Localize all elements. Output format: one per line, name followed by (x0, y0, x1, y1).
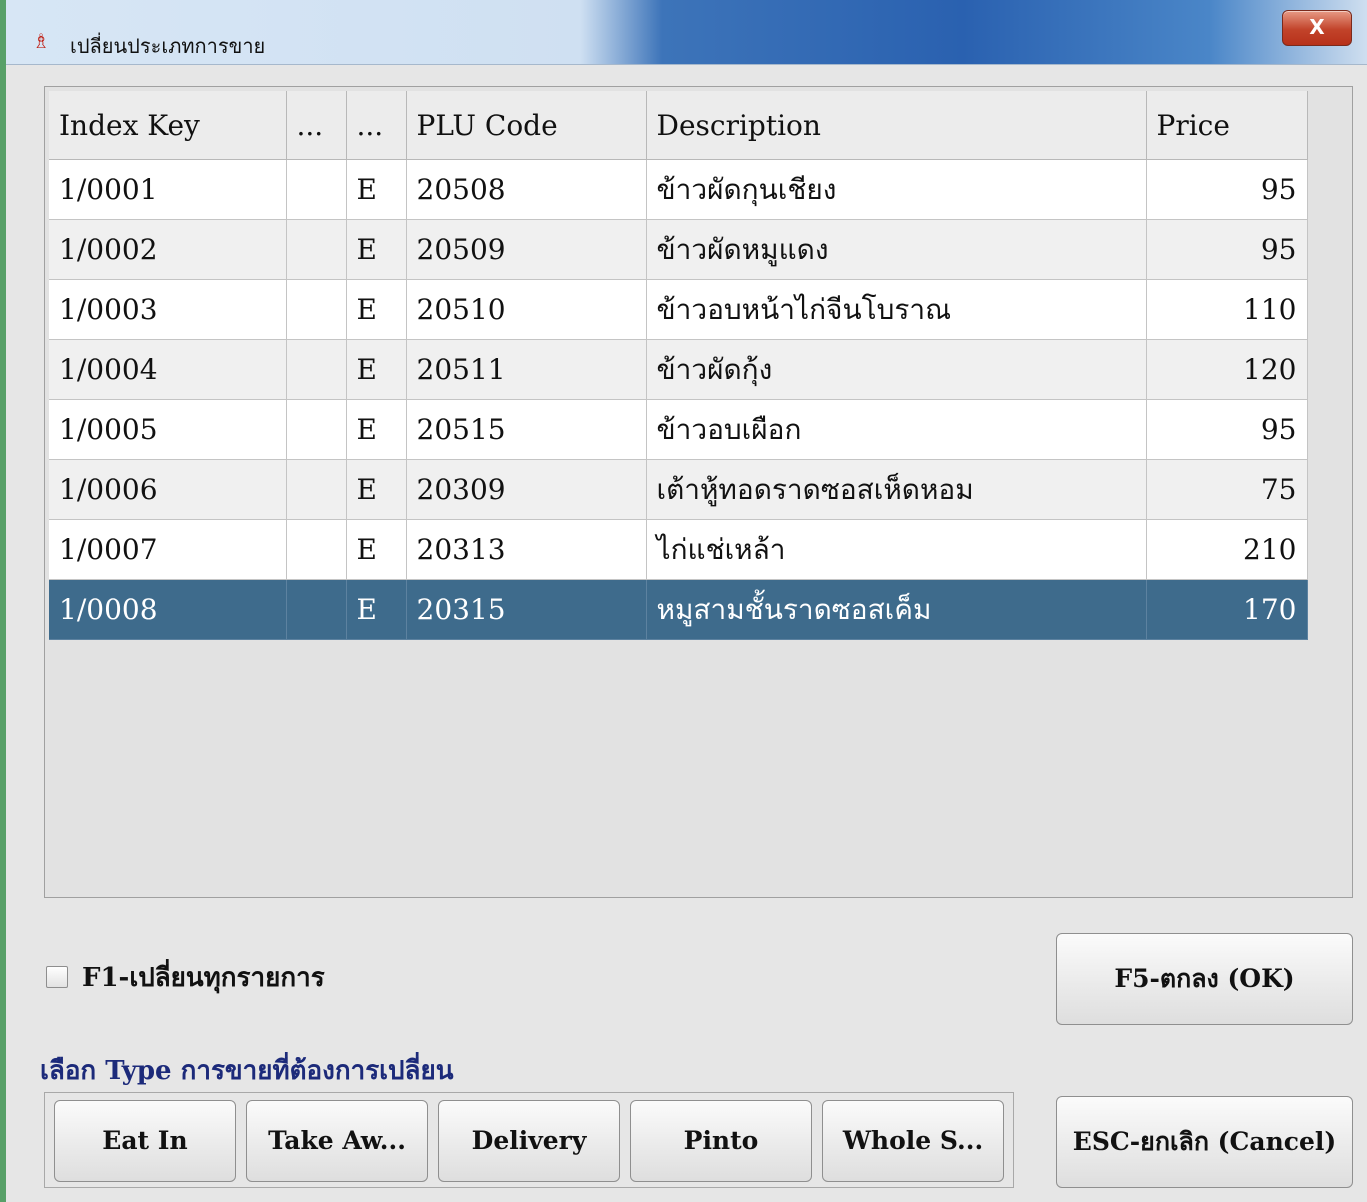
cell-extra-1 (286, 339, 347, 400)
cell-plu-code: 20315 (406, 579, 647, 640)
close-button[interactable]: X (1282, 10, 1352, 46)
change-all-option[interactable]: F1-เปลี่ยนทุกรายการ (46, 962, 325, 993)
change-sale-type-dialog: ♗ เปลี่ยนประเภทการขาย X Index Key ... ..… (0, 0, 1367, 1202)
cell-index-key: 1/0004 (49, 339, 287, 400)
change-all-label[interactable]: F1-เปลี่ยนทุกรายการ (82, 957, 325, 998)
cell-extra-2: E (346, 399, 407, 460)
table-row[interactable]: 1/0007 E 20313 ไก่แช่เหล้า 210 (49, 519, 1308, 580)
cell-price: 110 (1146, 279, 1308, 340)
change-all-checkbox[interactable] (46, 966, 68, 988)
sale-type-label: เลือก Type การขายที่ต้องการเปลี่ยน (40, 1056, 454, 1086)
cell-plu-code: 20508 (406, 159, 647, 220)
table-row-selected[interactable]: 1/0008 E 20315 หมูสามชั้นราดซอสเค็ม 170 (49, 579, 1308, 640)
title-bar[interactable]: ♗ เปลี่ยนประเภทการขาย X (6, 0, 1367, 65)
cell-description: ข้าวผัดกุนเชียง (646, 159, 1147, 220)
take-away-button[interactable]: Take Aw... (246, 1100, 428, 1182)
table-row[interactable]: 1/0004 E 20511 ข้าวผัดกุ้ง 120 (49, 339, 1308, 400)
table-row[interactable]: 1/0003 E 20510 ข้าวอบหน้าไก่จีนโบราณ 110 (49, 279, 1308, 340)
cell-plu-code: 20509 (406, 219, 647, 280)
cell-description: เต้าหู้ทอดราดซอสเห็ดหอม (646, 459, 1147, 520)
cell-index-key: 1/0003 (49, 279, 287, 340)
cell-price: 210 (1146, 519, 1308, 580)
plu-list-panel: Index Key ... ... PLU Code Description P… (44, 86, 1353, 898)
column-header-description[interactable]: Description (646, 91, 1147, 160)
pinto-button[interactable]: Pinto (630, 1100, 812, 1182)
cancel-button[interactable]: ESC-ยกเลิก (Cancel) (1056, 1096, 1353, 1188)
cell-description: ไก่แช่เหล้า (646, 519, 1147, 580)
cell-extra-2: E (346, 159, 407, 220)
cell-plu-code: 20511 (406, 339, 647, 400)
cell-extra-2: E (346, 459, 407, 520)
column-header-extra-1[interactable]: ... (286, 91, 347, 160)
cell-price: 95 (1146, 399, 1308, 460)
cell-price: 120 (1146, 339, 1308, 400)
table-row[interactable]: 1/0001 E 20508 ข้าวผัดกุนเชียง 95 (49, 159, 1308, 220)
window-title: เปลี่ยนประเภทการขาย (70, 34, 266, 58)
cell-price: 95 (1146, 219, 1308, 280)
cell-extra-2: E (346, 219, 407, 280)
cell-extra-2: E (346, 339, 407, 400)
cell-index-key: 1/0008 (49, 579, 287, 640)
cell-description: ข้าวอบเผือก (646, 399, 1147, 460)
cell-description: ข้าวอบหน้าไก่จีนโบราณ (646, 279, 1147, 340)
cell-description: ข้าวผัดกุ้ง (646, 339, 1147, 400)
cell-plu-code: 20510 (406, 279, 647, 340)
ok-button[interactable]: F5-ตกลง (OK) (1056, 933, 1353, 1025)
table-row[interactable]: 1/0006 E 20309 เต้าหู้ทอดราดซอสเห็ดหอม 7… (49, 459, 1308, 520)
cell-index-key: 1/0002 (49, 219, 287, 280)
cell-extra-1 (286, 279, 347, 340)
app-icon: ♗ (32, 29, 50, 53)
cell-extra-1 (286, 159, 347, 220)
cell-description: ข้าวผัดหมูแดง (646, 219, 1147, 280)
cell-index-key: 1/0005 (49, 399, 287, 460)
cell-extra-1 (286, 459, 347, 520)
cell-index-key: 1/0006 (49, 459, 287, 520)
cell-description: หมูสามชั้นราดซอสเค็ม (646, 579, 1147, 640)
eat-in-button[interactable]: Eat In (54, 1100, 236, 1182)
table-row[interactable]: 1/0005 E 20515 ข้าวอบเผือก 95 (49, 399, 1308, 460)
cell-extra-2: E (346, 519, 407, 580)
column-header-extra-2[interactable]: ... (346, 91, 407, 160)
cell-extra-1 (286, 399, 347, 460)
table-header: Index Key ... ... PLU Code Description P… (49, 91, 1308, 160)
table-row[interactable]: 1/0002 E 20509 ข้าวผัดหมูแดง 95 (49, 219, 1308, 280)
cell-price: 95 (1146, 159, 1308, 220)
cell-plu-code: 20309 (406, 459, 647, 520)
cell-plu-code: 20515 (406, 399, 647, 460)
cell-plu-code: 20313 (406, 519, 647, 580)
cell-extra-1 (286, 219, 347, 280)
cell-extra-1 (286, 519, 347, 580)
column-header-plu-code[interactable]: PLU Code (406, 91, 647, 160)
whole-sale-button[interactable]: Whole S... (822, 1100, 1004, 1182)
cell-index-key: 1/0001 (49, 159, 287, 220)
cell-index-key: 1/0007 (49, 519, 287, 580)
plu-table: Index Key ... ... PLU Code Description P… (49, 91, 1308, 640)
cell-extra-2: E (346, 579, 407, 640)
column-header-price[interactable]: Price (1146, 91, 1308, 160)
cell-price: 170 (1146, 579, 1308, 640)
cell-extra-2: E (346, 279, 407, 340)
delivery-button[interactable]: Delivery (438, 1100, 620, 1182)
cell-extra-1 (286, 579, 347, 640)
cell-price: 75 (1146, 459, 1308, 520)
column-header-index-key[interactable]: Index Key (49, 91, 287, 160)
